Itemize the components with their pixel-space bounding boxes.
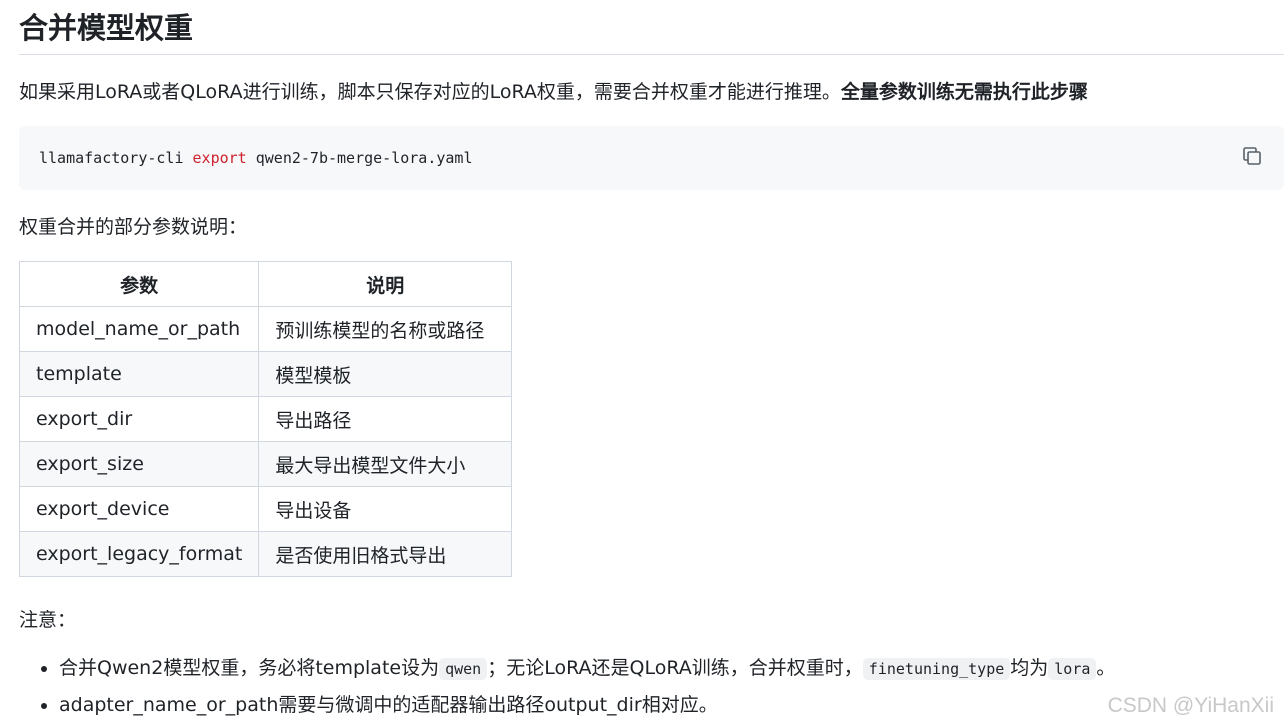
table-header-desc: 说明 [258,261,513,307]
table-cell-desc: 模型模板 [258,351,513,397]
note-text: 合并Qwen2模型权重，务必将template设为 [59,657,440,679]
code-line[interactable]: llamafactory-cli export qwen2-7b-merge-l… [39,148,473,168]
list-item: adapter_name_or_path需要与微调中的适配器输出路径output… [59,691,1115,719]
table-cell-desc: 导出路径 [258,396,513,442]
table-cell-desc: 导出设备 [258,486,513,532]
table-row: template 模型模板 [18,351,513,397]
note-label: 注意： [19,609,77,631]
note-text: 均为 [1010,657,1049,679]
intro-bold-text: 全量参数训练无需执行此步骤 [840,81,1088,103]
inline-code: finetuning_type [862,658,1011,680]
param-intro: 权重合并的部分参数说明： [19,216,248,238]
intro-text: 如果采用LoRA或者QLoRA进行训练，脚本只保存对应的LoRA权重，需要合并权… [19,81,841,103]
table-header-param: 参数 [18,261,260,307]
inline-code: lora [1048,658,1097,680]
inline-code: qwen [439,658,488,680]
section-title: 合并模型权重 [19,0,1284,55]
table-cell-desc: 最大导出模型文件大小 [258,441,513,487]
table-row: model_name_or_path 预训练模型的名称或路径 [18,306,513,352]
code-block: llamafactory-cli export qwen2-7b-merge-l… [19,126,1284,190]
table-cell-param: export_legacy_format [18,531,260,577]
table-row: export_dir 导出路径 [18,396,513,442]
table-cell-param: template [18,351,260,397]
copy-icon [1243,147,1261,165]
copy-code-button[interactable] [1240,144,1264,168]
table-cell-desc: 预训练模型的名称或路径 [258,306,513,352]
params-table: 参数 说明 model_name_or_path 预训练模型的名称或路径 tem… [18,261,513,577]
code-keyword: export [192,149,247,167]
table-cell-param: export_size [18,441,260,487]
table-cell-desc: 是否使用旧格式导出 [258,531,513,577]
note-text: 。 [1096,657,1116,679]
table-cell-param: export_dir [18,396,260,442]
code-command: llamafactory-cli [39,149,193,167]
watermark: CSDN @YiHanXii [1107,694,1274,717]
table-cell-param: model_name_or_path [18,306,260,352]
table-cell-param: export_device [18,486,260,532]
intro-paragraph: 如果采用LoRA或者QLoRA进行训练，脚本只保存对应的LoRA权重，需要合并权… [19,78,1088,106]
table-row: export_legacy_format 是否使用旧格式导出 [18,531,513,577]
table-row: export_size 最大导出模型文件大小 [18,441,513,487]
note-text: ；无论LoRA还是QLoRA训练，合并权重时， [487,657,863,679]
list-item: 合并Qwen2模型权重，务必将template设为qwen；无论LoRA还是QL… [59,654,1115,683]
table-header-row: 参数 说明 [18,261,513,307]
code-argument: qwen2-7b-merge-lora.yaml [246,149,473,167]
article-content: 合并模型权重 如果采用LoRA或者QLoRA进行训练，脚本只保存对应的LoRA权… [18,0,1284,716]
table-row: export_device 导出设备 [18,486,513,532]
notes-list: 合并Qwen2模型权重，务必将template设为qwen；无论LoRA还是QL… [19,654,1115,727]
